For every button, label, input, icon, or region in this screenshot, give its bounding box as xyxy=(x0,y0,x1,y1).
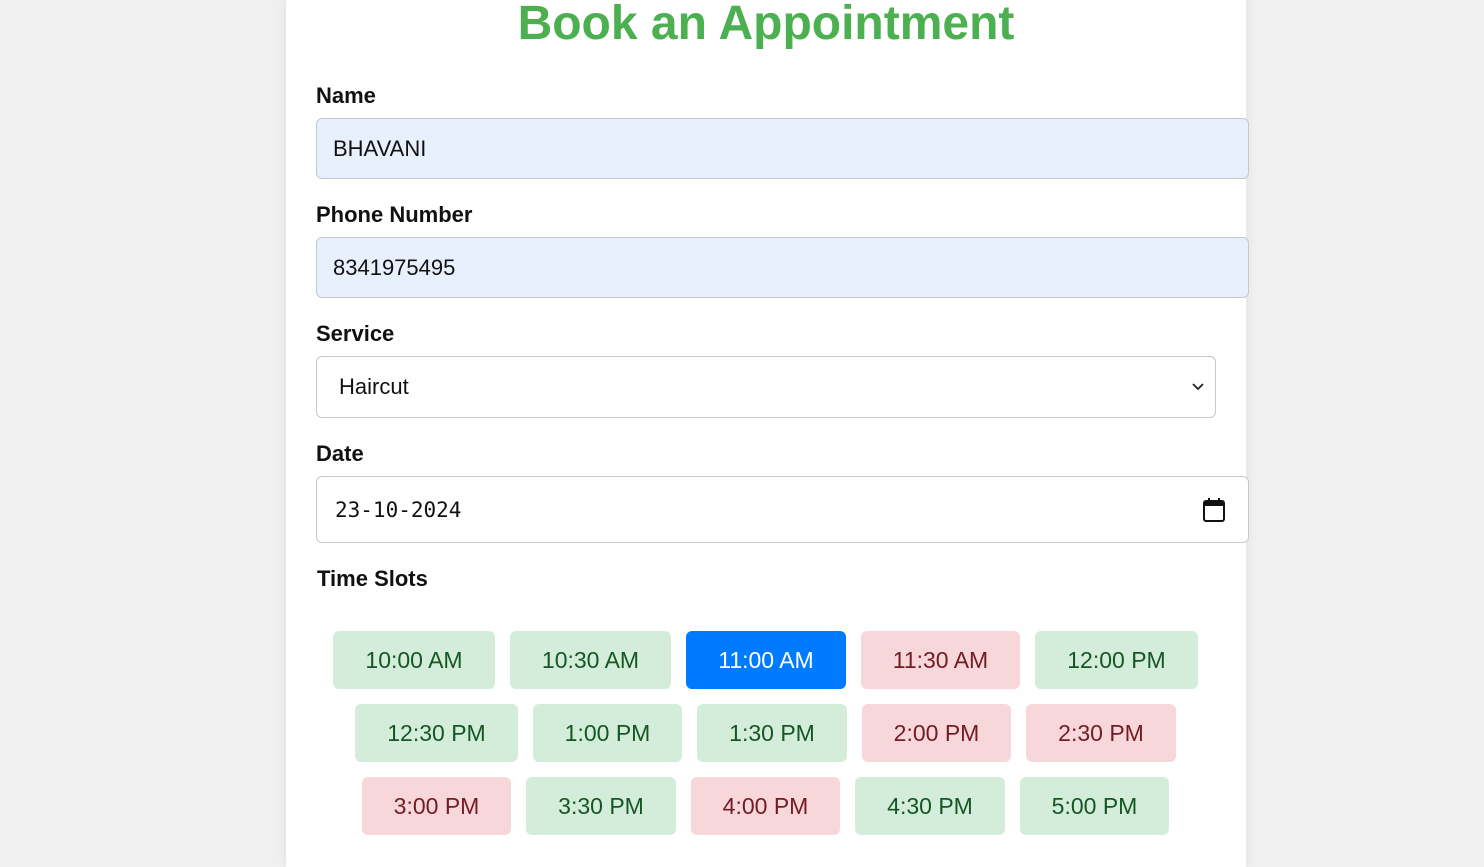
time-slots-title: Time Slots xyxy=(317,566,428,591)
time-slot-label: 12:00 PM xyxy=(1067,646,1166,673)
time-slot[interactable]: 2:30 PM xyxy=(1026,704,1176,762)
time-slot[interactable]: 3:30 PM xyxy=(526,777,676,835)
name-input[interactable]: BHAVANI xyxy=(316,118,1249,179)
date-input[interactable]: 23-10-2024 xyxy=(316,476,1249,543)
time-slot[interactable]: 4:30 PM xyxy=(855,777,1005,835)
time-slot-label: 10:30 AM xyxy=(541,646,640,673)
booking-card: Book an Appointment Name BHAVANI Phone N… xyxy=(286,0,1249,867)
time-slot-label: 2:00 PM xyxy=(893,719,980,746)
phone-input-value: 8341975495 xyxy=(333,254,456,280)
time-slot[interactable]: 12:00 PM xyxy=(1035,631,1198,689)
time-slot[interactable]: 3:00 PM xyxy=(362,777,511,835)
time-slot[interactable]: 10:00 AM xyxy=(333,631,495,689)
calendar-icon[interactable] xyxy=(1202,497,1226,523)
service-select[interactable]: Haircut xyxy=(316,356,1216,418)
page-title: Book an Appointment xyxy=(517,0,1015,50)
time-slot[interactable]: 11:30 AM xyxy=(861,631,1020,689)
time-slot[interactable]: 1:30 PM xyxy=(697,704,847,762)
time-slot[interactable]: 12:30 PM xyxy=(355,704,518,762)
time-slot-label: 11:30 AM xyxy=(892,646,989,673)
time-slot[interactable]: 11:00 AM xyxy=(686,631,846,689)
date-input-value: 23-10-2024 xyxy=(335,497,462,522)
service-select-value: Haircut xyxy=(339,374,409,399)
date-label: Date xyxy=(316,441,364,466)
time-slot[interactable]: 4:00 PM xyxy=(691,777,840,835)
service-label: Service xyxy=(316,321,395,346)
time-slot-label: 4:30 PM xyxy=(887,792,973,819)
time-slot[interactable]: 2:00 PM xyxy=(862,704,1011,762)
time-slot-label: 5:00 PM xyxy=(1051,792,1138,819)
time-slot-label: 11:00 AM xyxy=(718,646,814,673)
time-slot-label: 1:00 PM xyxy=(564,719,651,746)
time-slot[interactable]: 5:00 PM xyxy=(1020,777,1169,835)
time-slot-label: 10:00 AM xyxy=(365,646,463,673)
name-input-value: BHAVANI xyxy=(333,135,427,161)
time-slot-label: 3:30 PM xyxy=(558,792,644,819)
name-label: Name xyxy=(316,83,376,108)
time-slot-label: 3:00 PM xyxy=(393,792,480,819)
time-slot[interactable]: 1:00 PM xyxy=(533,704,682,762)
time-slot-label: 1:30 PM xyxy=(729,719,815,746)
chevron-down-icon xyxy=(1192,383,1204,391)
phone-input[interactable]: 8341975495 xyxy=(316,237,1249,298)
time-slot-label: 4:00 PM xyxy=(722,792,809,819)
phone-label: Phone Number xyxy=(316,202,473,227)
time-slot[interactable]: 10:30 AM xyxy=(510,631,671,689)
time-slot-label: 2:30 PM xyxy=(1058,719,1144,746)
time-slot-label: 12:30 PM xyxy=(387,719,486,746)
